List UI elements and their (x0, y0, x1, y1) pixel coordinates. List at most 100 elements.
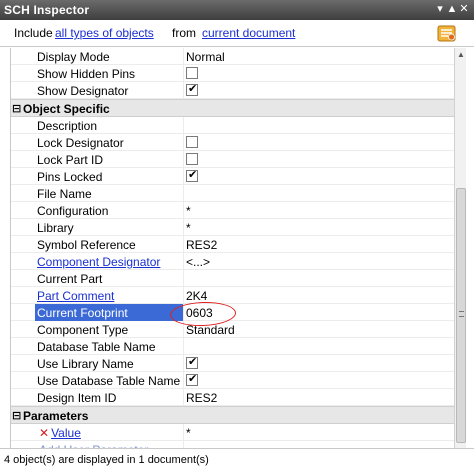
property-row[interactable]: ✕ Value * (11, 424, 454, 441)
property-value: * (186, 426, 191, 440)
property-row[interactable]: Description (11, 117, 454, 134)
configure-icon[interactable] (436, 22, 458, 44)
property-row[interactable]: Current Part (11, 270, 454, 287)
property-name: Current Footprint (37, 305, 183, 321)
property-row[interactable]: Use Database Table Name ✔ (11, 372, 454, 389)
properties-grid: Display Mode Normal Show Hidden Pins Show D… (10, 48, 454, 448)
property-value: <...> (186, 255, 211, 269)
property-name: Design Item ID (37, 391, 117, 405)
property-name: Component Designator (37, 254, 183, 270)
property-value: RES2 (186, 391, 218, 405)
title-bar: SCH Inspector ▾ ▲ ✕ (0, 0, 474, 20)
property-row[interactable]: Library * (11, 219, 454, 236)
property-value: * (186, 221, 191, 235)
from-label: from (172, 26, 196, 40)
property-name: Pins Locked (37, 170, 103, 184)
property-name: Lock Part ID (37, 153, 104, 167)
column-separator (183, 185, 184, 202)
column-separator (183, 202, 184, 219)
column-separator (183, 168, 184, 185)
property-name: Database Table Name (37, 340, 156, 354)
property-row[interactable]: Database Table Name (11, 338, 454, 355)
column-separator (183, 48, 184, 65)
property-name: Show Hidden Pins (37, 67, 136, 81)
property-row[interactable]: File Name (11, 185, 454, 202)
property-row[interactable]: Show Designator ✔ (11, 82, 454, 99)
column-separator (183, 355, 184, 372)
property-row[interactable]: Component Designator <...> (11, 253, 454, 270)
property-name: Description (37, 119, 98, 133)
property-row[interactable]: Add User Parameter... (11, 441, 454, 448)
property-row[interactable]: Show Hidden Pins (11, 65, 454, 82)
property-value: 2K4 (186, 289, 208, 303)
property-checkbox[interactable]: ✔ (186, 373, 198, 386)
property-name-link[interactable]: Part Comment (37, 289, 114, 303)
column-separator (183, 287, 184, 304)
pin-icon[interactable]: ▲ (446, 2, 458, 16)
category-header[interactable]: ⊟ Parameters (11, 406, 454, 424)
column-separator (183, 372, 184, 389)
status-bar: 4 object(s) are displayed in 1 document(… (0, 448, 474, 469)
column-separator (183, 219, 184, 236)
property-checkbox[interactable] (186, 136, 198, 148)
property-checkbox[interactable] (186, 67, 198, 79)
column-separator (183, 117, 184, 134)
property-row[interactable]: Lock Part ID (11, 151, 454, 168)
property-row[interactable]: Design Item ID RES2 (11, 389, 454, 406)
collapse-toggle-icon[interactable]: ⊟ (12, 409, 21, 422)
property-row[interactable]: Part Comment 2K4 (11, 287, 454, 304)
include-label: Include (14, 26, 53, 40)
property-value: Normal (186, 50, 225, 64)
property-row[interactable]: Configuration * (11, 202, 454, 219)
collapse-toggle-icon[interactable]: ⊟ (12, 102, 21, 115)
filter-bar: Include all types of objects from curren… (0, 20, 474, 47)
objects-filter-link[interactable]: all types of objects (55, 26, 154, 40)
status-text: 4 object(s) are displayed in 1 document(… (4, 454, 209, 466)
property-name: Configuration (37, 204, 109, 218)
property-checkbox[interactable]: ✔ (186, 356, 198, 369)
property-checkbox[interactable]: ✔ (186, 83, 198, 96)
property-name: Use Library Name (37, 357, 134, 371)
property-name: Show Designator (37, 84, 129, 98)
checkmark-icon: ✔ (188, 83, 198, 95)
scrollbar-thumb[interactable] (456, 188, 466, 443)
checkmark-icon: ✔ (188, 356, 198, 368)
property-row[interactable]: Lock Designator (11, 134, 454, 151)
column-separator (183, 151, 184, 168)
property-name: Use Database Table Name (37, 374, 181, 388)
property-row[interactable]: Component Type Standard (11, 321, 454, 338)
scroll-up-icon[interactable]: ▲ (457, 50, 465, 59)
column-separator (183, 321, 184, 338)
category-header[interactable]: ⊟ Object Specific (11, 99, 454, 117)
checkmark-icon: ✔ (188, 373, 198, 385)
vertical-scrollbar[interactable]: ▲ (454, 48, 466, 448)
property-value-editor[interactable]: 0603 (186, 305, 213, 321)
property-row[interactable]: Display Mode Normal (11, 48, 454, 65)
scrollbar-grip-icon (459, 311, 464, 317)
property-name: ✕ Value (39, 425, 185, 441)
property-row[interactable]: Current Footprint 0603 (11, 304, 454, 321)
property-name-link[interactable]: Component Designator (37, 255, 160, 269)
column-separator (183, 134, 184, 151)
checkmark-icon: ✔ (188, 169, 198, 181)
property-checkbox[interactable]: ✔ (186, 169, 198, 182)
property-name: File Name (37, 187, 92, 201)
column-separator (183, 253, 184, 270)
category-label: Object Specific (23, 102, 110, 116)
column-separator (183, 389, 184, 406)
property-row[interactable]: Pins Locked ✔ (11, 168, 454, 185)
property-row[interactable]: Use Library Name ✔ (11, 355, 454, 372)
close-icon[interactable]: ✕ (458, 2, 470, 16)
pin-dropdown-icon[interactable]: ▾ (434, 2, 446, 16)
property-name: Display Mode (37, 50, 110, 64)
scope-filter-link[interactable]: current document (202, 26, 295, 40)
parameter-name-link[interactable]: Value (51, 426, 81, 440)
property-value: RES2 (186, 238, 218, 252)
column-separator (183, 338, 184, 355)
property-checkbox[interactable] (186, 153, 198, 165)
property-row[interactable]: Symbol Reference RES2 (11, 236, 454, 253)
window-title: SCH Inspector (4, 3, 90, 17)
remove-parameter-icon[interactable]: ✕ (39, 426, 49, 440)
property-name: Lock Designator (37, 136, 124, 150)
property-name: Symbol Reference (37, 238, 136, 252)
